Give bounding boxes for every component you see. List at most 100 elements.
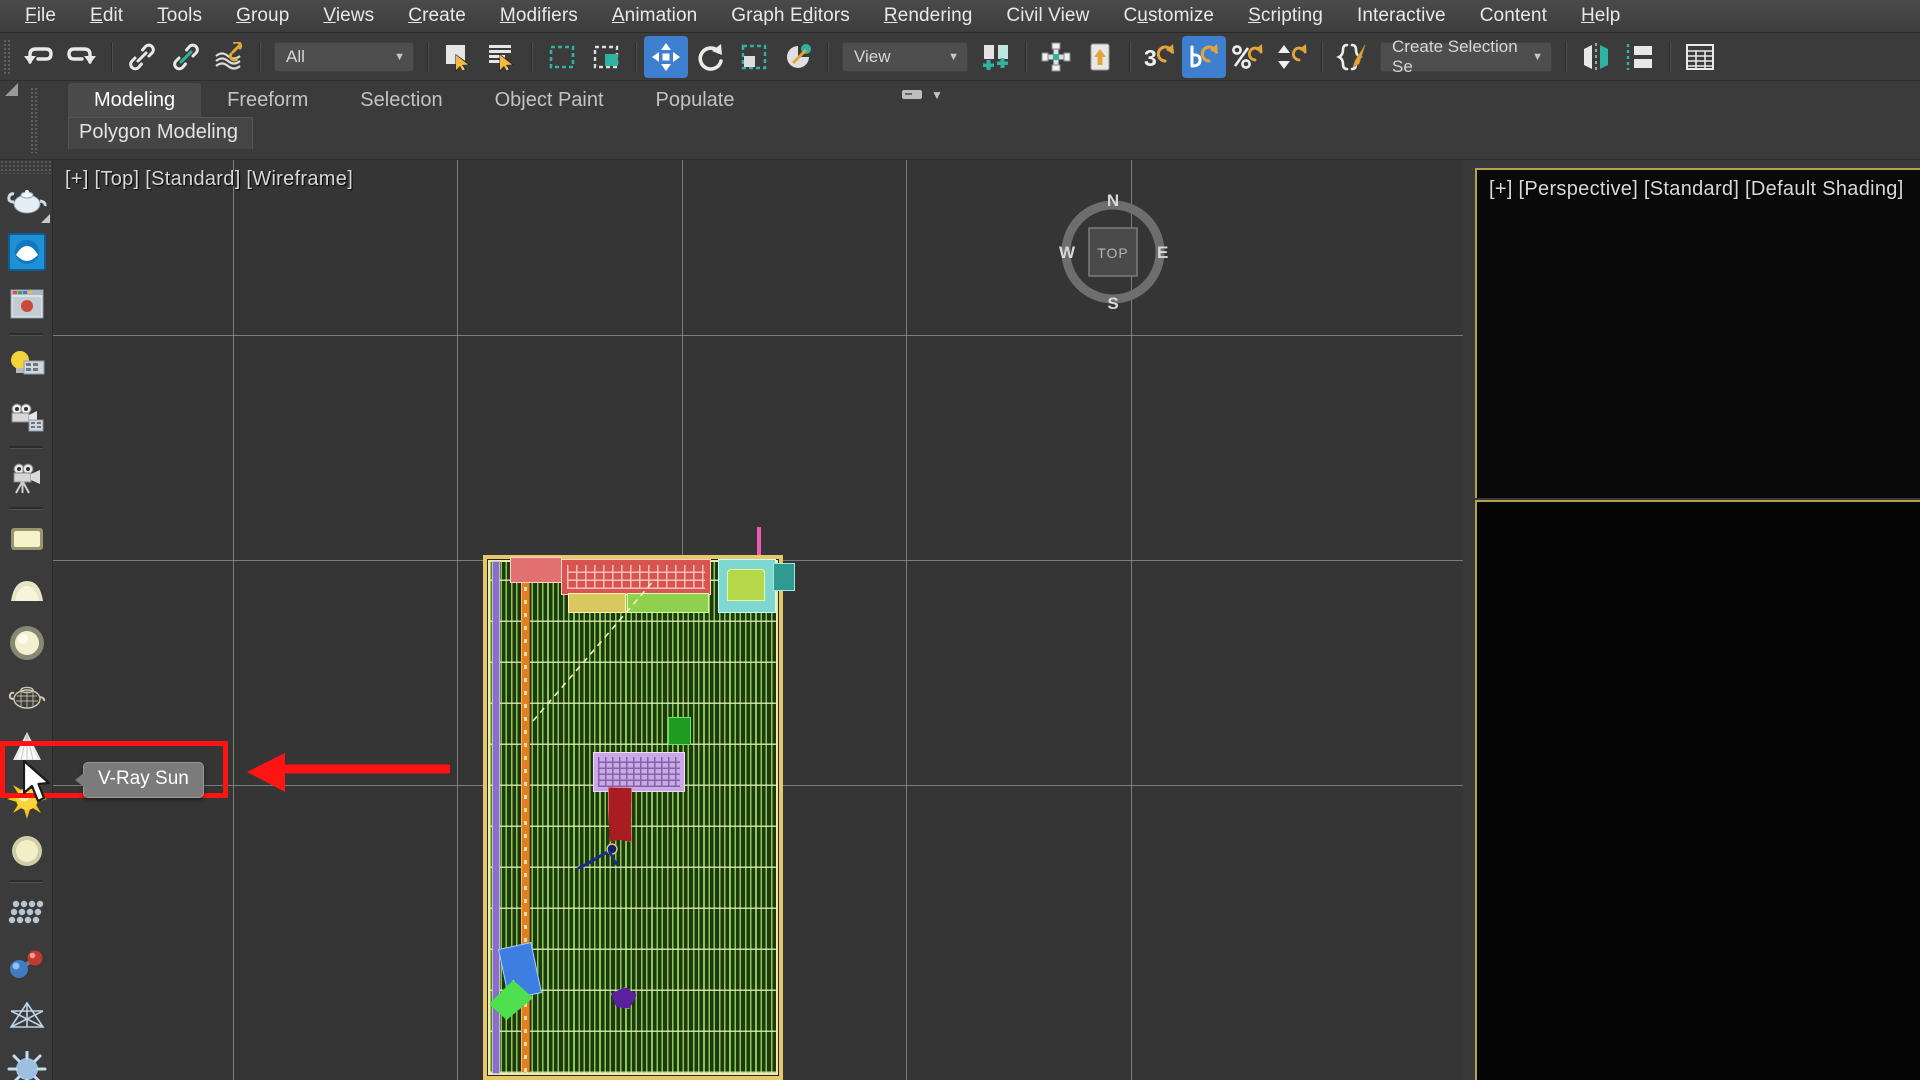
menu-item-file[interactable]: File xyxy=(8,2,73,30)
viewport-divider[interactable] xyxy=(1463,160,1475,1080)
menu-item-create[interactable]: Create xyxy=(391,2,483,30)
light-plane-icon xyxy=(10,528,43,550)
menu-item-customize[interactable]: Customize xyxy=(1106,2,1231,30)
select-by-name-button[interactable] xyxy=(480,36,524,78)
ribbon-grip[interactable] xyxy=(30,87,39,153)
angle-snap-toggle-button[interactable]: 3 xyxy=(1138,36,1182,78)
view-compass[interactable]: TOP N S W E xyxy=(1053,191,1173,313)
use-pivot-point-center-button[interactable] xyxy=(974,36,1018,78)
tab-freeform[interactable]: Freeform xyxy=(201,83,334,117)
layer-explorer-button[interactable] xyxy=(1618,36,1662,78)
tab-selection[interactable]: Selection xyxy=(334,83,468,117)
dome-icon xyxy=(7,233,46,271)
menu-item-tools[interactable]: Tools xyxy=(140,2,219,30)
light-mesh-icon xyxy=(8,686,45,709)
vray-teapot-button[interactable] xyxy=(0,174,53,226)
menu-item-civil-view[interactable]: Civil View xyxy=(989,2,1106,30)
menu-item-views[interactable]: Views xyxy=(306,2,391,30)
menu-item-help[interactable]: Help xyxy=(1564,2,1637,30)
edit-named-selection-sets-button[interactable] xyxy=(1330,36,1374,78)
svg-text:N: N xyxy=(1107,192,1119,210)
select-and-scale-button[interactable] xyxy=(732,36,776,78)
named-selection-sets-spinner-button[interactable] xyxy=(1270,36,1314,78)
vray-plane-button[interactable] xyxy=(0,990,53,1042)
select-object-button[interactable] xyxy=(436,36,480,78)
svg-text:E: E xyxy=(1157,243,1168,262)
selection-filter-combo[interactable]: All ▼ xyxy=(274,41,414,72)
scene-geometry[interactable] xyxy=(483,527,795,1080)
light-lister-icon xyxy=(10,351,44,375)
menu-item-graph-editors[interactable]: Graph Editors xyxy=(714,2,867,30)
menu-item-content[interactable]: Content xyxy=(1463,2,1564,30)
viewport-top[interactable]: TOP N S W E [+] [Top] [Standard] [Wirefr… xyxy=(53,160,1463,1080)
percent-snap-toggle-button[interactable] xyxy=(1226,36,1270,78)
toolbar-separator xyxy=(111,41,113,72)
tab-populate[interactable]: Populate xyxy=(630,83,761,117)
vray-light-sphere-button[interactable] xyxy=(0,617,53,669)
select-and-place-button[interactable] xyxy=(776,36,820,78)
unlink-selection-button[interactable] xyxy=(164,36,208,78)
light-sphere-icon xyxy=(9,626,44,660)
rectangular-select-region-button[interactable] xyxy=(540,36,584,78)
metaball-icon xyxy=(9,950,42,978)
reference-coordinate-value: View xyxy=(854,46,891,66)
vray-toolbar xyxy=(0,160,53,1080)
toolbar-grip[interactable] xyxy=(3,38,12,75)
vray-toolbar-grip[interactable] xyxy=(0,160,52,174)
vray-proxy-button[interactable] xyxy=(0,886,53,938)
vray-ambient-light-button[interactable] xyxy=(0,825,53,877)
toolbar-separator xyxy=(1669,41,1671,72)
chevron-down-icon: ▼ xyxy=(931,87,943,102)
toolbar-separator xyxy=(1025,41,1027,72)
menu-item-scripting[interactable]: Scripting xyxy=(1231,2,1340,30)
vray-metaball-button[interactable] xyxy=(0,938,53,990)
vray-fur-button[interactable] xyxy=(0,1042,53,1080)
menu-item-rendering[interactable]: Rendering xyxy=(867,2,990,30)
vray-camera-lister-button[interactable] xyxy=(0,391,53,443)
vray-light-plane-button[interactable] xyxy=(0,513,53,565)
vray-light-lister-button[interactable] xyxy=(0,339,53,391)
vray-light-dome-button[interactable] xyxy=(0,565,53,617)
align-button[interactable] xyxy=(1078,36,1122,78)
menu-item-interactive[interactable]: Interactive xyxy=(1340,2,1463,30)
reference-coordinate-combo[interactable]: View ▼ xyxy=(842,41,968,72)
snaps-toggle-button[interactable] xyxy=(1034,36,1078,78)
menu-item-edit[interactable]: Edit xyxy=(73,2,140,30)
vray-physical-camera-button[interactable] xyxy=(0,452,53,504)
ribbon-corner-icon xyxy=(5,83,18,96)
menu-item-animation[interactable]: Animation xyxy=(595,2,714,30)
vray-light-mesh-button[interactable] xyxy=(0,669,53,721)
svg-text:TOP: TOP xyxy=(1097,245,1129,261)
menu-item-modifiers[interactable]: Modifiers xyxy=(483,2,595,30)
ambient-light-icon xyxy=(11,836,42,866)
select-and-rotate-button[interactable] xyxy=(688,36,732,78)
scene-object-green-block xyxy=(668,717,691,745)
mirror-button[interactable] xyxy=(1574,36,1618,78)
window-crossing-button[interactable] xyxy=(584,36,628,78)
select-and-link-button[interactable] xyxy=(120,36,164,78)
ribbon-overflow-button[interactable]: ▼ xyxy=(885,83,959,106)
viewport-perspective-lower[interactable] xyxy=(1475,500,1920,1080)
vray-frame-buffer-button[interactable] xyxy=(0,278,53,330)
tab-modeling[interactable]: Modeling xyxy=(68,83,202,117)
redo-button[interactable] xyxy=(60,36,104,78)
bind-to-space-warp-button[interactable] xyxy=(208,36,252,78)
light-target-line xyxy=(574,843,619,869)
menu-item-group[interactable]: Group xyxy=(219,2,306,30)
proxy-grid-icon xyxy=(8,900,43,924)
toolbar-separator xyxy=(427,41,429,72)
viewport-perspective[interactable]: [+] [Perspective] [Standard] [Default Sh… xyxy=(1475,168,1920,498)
scene-explorer-button[interactable] xyxy=(1678,36,1722,78)
tab-object-paint[interactable]: Object Paint xyxy=(469,83,630,117)
application-window: File Edit Tools Group Views Create Modifiers An… xyxy=(0,0,1920,1080)
dashed-guide-line xyxy=(532,578,656,722)
named-selection-set-combo[interactable]: Create Selection Se ▼ xyxy=(1380,37,1552,76)
chevron-down-icon: ▼ xyxy=(1532,50,1543,63)
select-and-move-button[interactable] xyxy=(644,35,688,78)
spinner-snap-toggle-button[interactable] xyxy=(1182,35,1226,78)
undo-button[interactable] xyxy=(16,36,60,78)
scene-object-teal xyxy=(773,563,795,591)
toolbar-separator xyxy=(531,41,533,72)
fur-icon xyxy=(7,1051,46,1080)
vray-dome-button[interactable] xyxy=(0,226,53,278)
